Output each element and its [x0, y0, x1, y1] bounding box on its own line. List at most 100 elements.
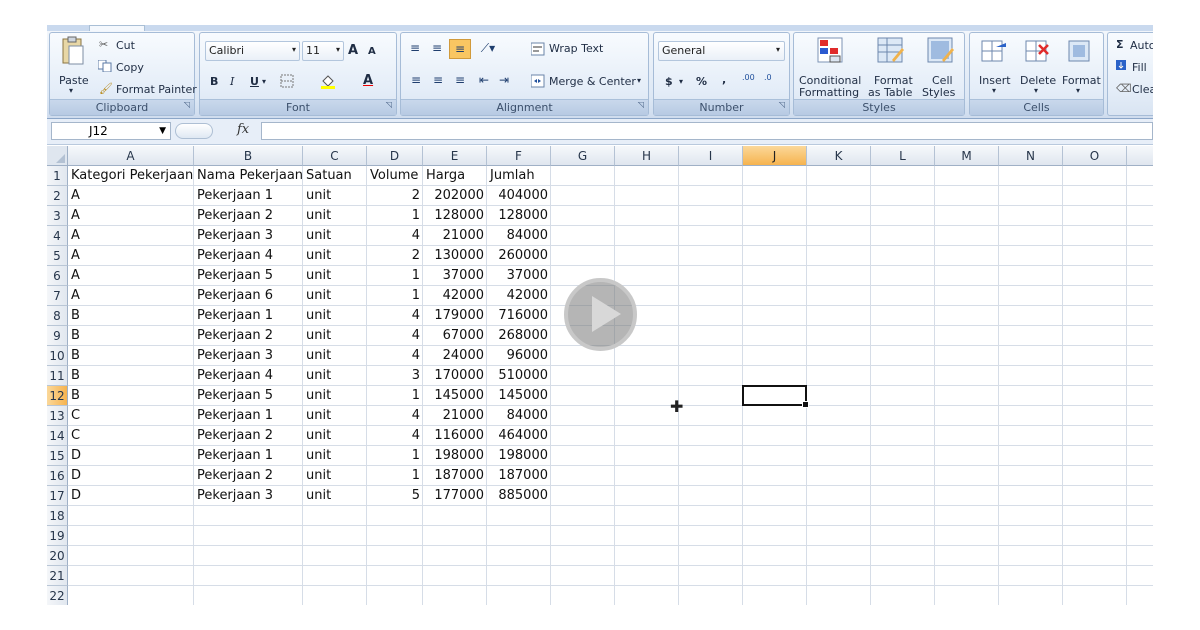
data-cell[interactable]: unit: [303, 466, 367, 486]
data-cell[interactable]: 716000: [487, 306, 551, 326]
cut-button[interactable]: Cut: [116, 39, 135, 52]
data-cell[interactable]: unit: [303, 226, 367, 246]
data-cell[interactable]: 260000: [487, 246, 551, 266]
data-cell[interactable]: 128000: [423, 206, 487, 226]
data-cell[interactable]: Pekerjaan 6: [194, 286, 303, 306]
data-cell[interactable]: A: [68, 266, 194, 286]
borders-icon[interactable]: [280, 74, 294, 88]
data-cell[interactable]: Pekerjaan 1: [194, 446, 303, 466]
header-cell[interactable]: Nama Pekerjaan: [194, 166, 303, 186]
align-right-icon[interactable]: ≡: [451, 71, 469, 89]
data-cell[interactable]: unit: [303, 486, 367, 506]
video-play-button[interactable]: [564, 278, 637, 351]
data-cell[interactable]: B: [68, 326, 194, 346]
data-cell[interactable]: 145000: [423, 386, 487, 406]
cell-styles-label-2[interactable]: Styles: [922, 86, 955, 99]
dialog-launcher-icon[interactable]: ◹: [184, 97, 190, 112]
data-cell[interactable]: B: [68, 346, 194, 366]
row-header-18[interactable]: 18: [47, 506, 68, 526]
data-cell[interactable]: 1: [367, 286, 423, 306]
paste-icon[interactable]: [60, 36, 86, 68]
formula-bar-resize-handle[interactable]: [175, 123, 213, 139]
data-cell[interactable]: 2: [367, 246, 423, 266]
chevron-down-icon[interactable]: ▾: [992, 86, 996, 95]
row-header-21[interactable]: 21: [47, 566, 68, 586]
merge-center-button[interactable]: Merge & Center: [549, 75, 636, 88]
data-cell[interactable]: 130000: [423, 246, 487, 266]
data-cell[interactable]: Pekerjaan 2: [194, 426, 303, 446]
data-cell[interactable]: 404000: [487, 186, 551, 206]
dialog-launcher-icon[interactable]: ◹: [638, 97, 644, 112]
grow-font-button[interactable]: A: [348, 43, 358, 58]
data-cell[interactable]: 37000: [423, 266, 487, 286]
format-painter-button[interactable]: Format Painter: [116, 83, 197, 96]
data-cell[interactable]: Pekerjaan 1: [194, 406, 303, 426]
italic-button[interactable]: I: [230, 75, 234, 88]
fill-button[interactable]: Fill: [1132, 61, 1147, 74]
column-header-J[interactable]: J: [743, 146, 807, 166]
chevron-down-icon[interactable]: ▾: [1076, 86, 1080, 95]
data-cell[interactable]: 84000: [487, 406, 551, 426]
data-cell[interactable]: unit: [303, 386, 367, 406]
data-cell[interactable]: 187000: [423, 466, 487, 486]
data-cell[interactable]: 198000: [487, 446, 551, 466]
data-cell[interactable]: unit: [303, 266, 367, 286]
data-cell[interactable]: 885000: [487, 486, 551, 506]
data-cell[interactable]: 21000: [423, 406, 487, 426]
data-cell[interactable]: Pekerjaan 1: [194, 186, 303, 206]
data-cell[interactable]: 116000: [423, 426, 487, 446]
row-header-11[interactable]: 11: [47, 366, 68, 386]
data-cell[interactable]: unit: [303, 306, 367, 326]
data-cell[interactable]: Pekerjaan 3: [194, 226, 303, 246]
font-color-button[interactable]: A: [363, 73, 373, 88]
data-cell[interactable]: 4: [367, 406, 423, 426]
column-header-H[interactable]: H: [615, 146, 679, 166]
active-cell-selection[interactable]: [742, 385, 809, 408]
paste-button[interactable]: Paste: [59, 74, 89, 87]
column-header-K[interactable]: K: [807, 146, 871, 166]
column-header-O[interactable]: O: [1063, 146, 1127, 166]
data-cell[interactable]: Pekerjaan 5: [194, 386, 303, 406]
delete-button[interactable]: Delete: [1020, 74, 1056, 87]
row-header-14[interactable]: 14: [47, 426, 68, 446]
data-cell[interactable]: 96000: [487, 346, 551, 366]
format-as-table-label-2[interactable]: as Table: [868, 86, 912, 99]
header-cell[interactable]: Kategori Pekerjaan: [68, 166, 194, 186]
row-header-9[interactable]: 9: [47, 326, 68, 346]
dialog-launcher-icon[interactable]: ◹: [779, 97, 785, 112]
align-left-icon[interactable]: ≡: [407, 71, 425, 89]
copy-button[interactable]: Copy: [116, 61, 144, 74]
data-cell[interactable]: D: [68, 446, 194, 466]
data-cell[interactable]: 37000: [487, 266, 551, 286]
data-cell[interactable]: Pekerjaan 2: [194, 206, 303, 226]
row-header-17[interactable]: 17: [47, 486, 68, 506]
chevron-down-icon[interactable]: ▾: [679, 77, 683, 86]
data-cell[interactable]: 5: [367, 486, 423, 506]
name-box[interactable]: J12 ▼: [51, 122, 171, 140]
column-header-G[interactable]: G: [551, 146, 615, 166]
data-cell[interactable]: B: [68, 306, 194, 326]
underline-button[interactable]: U: [250, 75, 259, 88]
align-center-icon[interactable]: ≡: [429, 71, 447, 89]
data-cell[interactable]: A: [68, 206, 194, 226]
header-cell[interactable]: Volume: [367, 166, 423, 186]
data-cell[interactable]: 1: [367, 466, 423, 486]
data-cell[interactable]: unit: [303, 206, 367, 226]
data-cell[interactable]: 2: [367, 186, 423, 206]
data-cell[interactable]: 67000: [423, 326, 487, 346]
row-header-15[interactable]: 15: [47, 446, 68, 466]
decrease-decimal-button[interactable]: .0: [764, 73, 772, 82]
column-header-D[interactable]: D: [367, 146, 423, 166]
currency-button[interactable]: $: [665, 75, 673, 88]
data-cell[interactable]: 1: [367, 446, 423, 466]
increase-decimal-button[interactable]: .00: [742, 73, 755, 82]
data-cell[interactable]: unit: [303, 326, 367, 346]
header-cell[interactable]: Jumlah: [487, 166, 551, 186]
row-header-5[interactable]: 5: [47, 246, 68, 266]
data-cell[interactable]: 145000: [487, 386, 551, 406]
data-cell[interactable]: Pekerjaan 4: [194, 246, 303, 266]
column-header-A[interactable]: A: [68, 146, 194, 166]
data-cell[interactable]: 1: [367, 206, 423, 226]
fill-color-icon[interactable]: [320, 73, 336, 89]
column-header-N[interactable]: N: [999, 146, 1063, 166]
